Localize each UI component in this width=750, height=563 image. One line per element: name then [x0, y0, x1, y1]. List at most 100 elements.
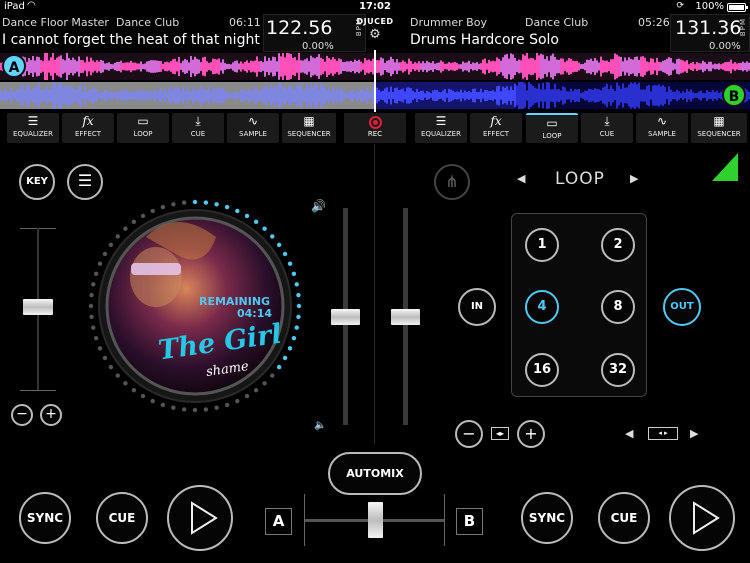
deck-b-play-button[interactable]: [669, 485, 735, 551]
deck-a-sample-button[interactable]: ∿ SAMPLE: [227, 113, 279, 143]
waveform-bar: [662, 85, 664, 106]
waveform-bar: [490, 61, 492, 72]
list-icon: ☰: [77, 171, 93, 190]
loop-next-arrow[interactable]: ▶: [630, 172, 638, 185]
waveform-bar: [646, 86, 648, 105]
deck-a-cue-point-button[interactable]: CUE: [96, 492, 148, 544]
waveform-bar: [262, 62, 264, 71]
waveform-bar: [630, 58, 632, 75]
waveform-bar: [232, 92, 234, 99]
deck-b-equalizer-button[interactable]: ☰ EQUALIZER: [415, 113, 467, 143]
deck-a-pitch: 0.00%: [302, 41, 334, 52]
waveform-bar: [140, 90, 142, 101]
waveform-bar: [600, 56, 602, 77]
waveform-bar: [174, 87, 176, 104]
waveform-bar: [438, 62, 440, 71]
deck-b-corner-indicator[interactable]: [712, 153, 738, 181]
deck-b-loop-button[interactable]: ▭ LOOP: [526, 113, 578, 143]
deck-a-effect-button[interactable]: fx EFFECT: [62, 113, 114, 143]
settings-gear-icon[interactable]: ⚙: [356, 27, 394, 42]
waveform-bar: [570, 59, 572, 74]
automix-button[interactable]: AUTOMIX: [328, 452, 422, 495]
deck-a-sync-button[interactable]: SYNC: [19, 492, 71, 544]
sample-wave-icon: ∿: [247, 114, 259, 128]
loop-pad-2[interactable]: 2: [601, 228, 635, 262]
crossfader-b-label[interactable]: B: [456, 508, 483, 535]
waveform-bar: [618, 85, 620, 106]
loop-pad-4[interactable]: 4: [525, 290, 559, 324]
waveform-bar: [400, 62, 402, 71]
waveform-bar: [42, 89, 44, 102]
deck-a-loop-button[interactable]: ▭ LOOP: [117, 113, 169, 143]
waveform-bar: [656, 85, 658, 106]
deck-b-sync-button[interactable]: SYNC: [521, 492, 573, 544]
deck-b-artist: Drummer Boy: [410, 16, 487, 29]
waveform-bar: [590, 89, 592, 102]
jog-position-dot: [140, 213, 146, 219]
jog-position-dot: [115, 234, 120, 239]
deck-b-cue-button[interactable]: ⤓ CUE: [581, 113, 633, 143]
waveform-bar: [690, 63, 692, 70]
deck-a-volume-fader-knob[interactable]: [331, 309, 360, 325]
key-button[interactable]: KEY: [19, 164, 55, 200]
loop-pad-16[interactable]: 16: [525, 353, 559, 387]
loop-prev-arrow[interactable]: ◀: [517, 172, 525, 185]
deck-a-play-button[interactable]: [167, 485, 233, 551]
loop-in-button[interactable]: IN: [458, 288, 496, 326]
playlist-button[interactable]: ☰: [67, 164, 103, 200]
waveform-bar: [114, 62, 116, 71]
loop-pad-1[interactable]: 1: [525, 228, 559, 262]
crossfader-knob[interactable]: [368, 502, 383, 538]
crossfader-a-label[interactable]: A: [265, 508, 292, 535]
waveform-bar: [288, 85, 290, 106]
waveform-bar: [654, 85, 656, 106]
deck-b-vinyl-mode-button[interactable]: ⋔: [434, 164, 470, 200]
waveform-bar: [34, 88, 36, 103]
deck-a-bpm-box[interactable]: 122.56 BPM 0.00%: [263, 14, 366, 52]
waveform-bar: [96, 88, 98, 103]
deck-b-sequencer-button[interactable]: ▦ SEQUENCER: [691, 113, 747, 143]
waveform-bar: [242, 63, 244, 70]
waveform-bar: [598, 89, 600, 102]
waveform-bar: [312, 57, 314, 76]
pitch-track-bottom: [20, 390, 56, 391]
jog-position-dot: [203, 407, 209, 412]
waveform-bar: [116, 90, 118, 101]
waveform-bar: [726, 61, 728, 72]
deck-a-cue-button[interactable]: ⤓ CUE: [172, 113, 224, 143]
deck-b-effect-button[interactable]: fx EFFECT: [470, 113, 522, 143]
deck-a-pitch-slider-knob[interactable]: [23, 299, 53, 315]
waveform-bar: [540, 53, 542, 80]
loop-double-button[interactable]: +: [517, 420, 545, 448]
deck-b-cue-point-button[interactable]: CUE: [598, 492, 650, 544]
deck-a-sequencer-button[interactable]: ▦ SEQUENCER: [282, 113, 336, 143]
loop-pad-32[interactable]: 32: [601, 353, 635, 387]
waveform-bar: [392, 92, 394, 99]
waveform-bar: [228, 92, 230, 99]
waveform-bar: [698, 63, 700, 70]
waveform-bar: [102, 60, 104, 73]
deck-b-volume-fader-knob[interactable]: [391, 309, 420, 325]
jog-position-dot: [253, 387, 259, 393]
rec-button[interactable]: REC: [344, 113, 406, 143]
waveform-bar: [252, 91, 254, 100]
waveform-bar: [652, 85, 654, 106]
deck-b-bpm-box[interactable]: 131.36 BPM 0.00%: [670, 14, 750, 52]
waveform-bar: [222, 87, 224, 104]
loop-halve-button[interactable]: −: [455, 420, 483, 448]
loop-shift-left-arrow[interactable]: ◀: [625, 427, 633, 440]
fx-icon: fx: [82, 114, 94, 128]
waveform-bar: [66, 53, 68, 80]
deck-b-sample-button[interactable]: ∿ SAMPLE: [636, 113, 688, 143]
loop-icon: ▭: [546, 116, 558, 130]
loop-shift-right-arrow[interactable]: ▶: [690, 427, 698, 440]
deck-a-equalizer-button[interactable]: ☰ EQUALIZER: [7, 113, 59, 143]
waveform-bar: [138, 63, 140, 70]
deck-a-jog-wheel[interactable]: [86, 197, 304, 415]
deck-a-pitch-minus-button[interactable]: −: [11, 404, 33, 426]
deck-a-pitch-plus-button[interactable]: +: [40, 404, 62, 426]
loop-pad-8[interactable]: 8: [601, 290, 635, 324]
jog-position-dot: [115, 373, 120, 378]
loop-out-button[interactable]: OUT: [663, 288, 701, 326]
waveform-bar: [342, 90, 344, 101]
